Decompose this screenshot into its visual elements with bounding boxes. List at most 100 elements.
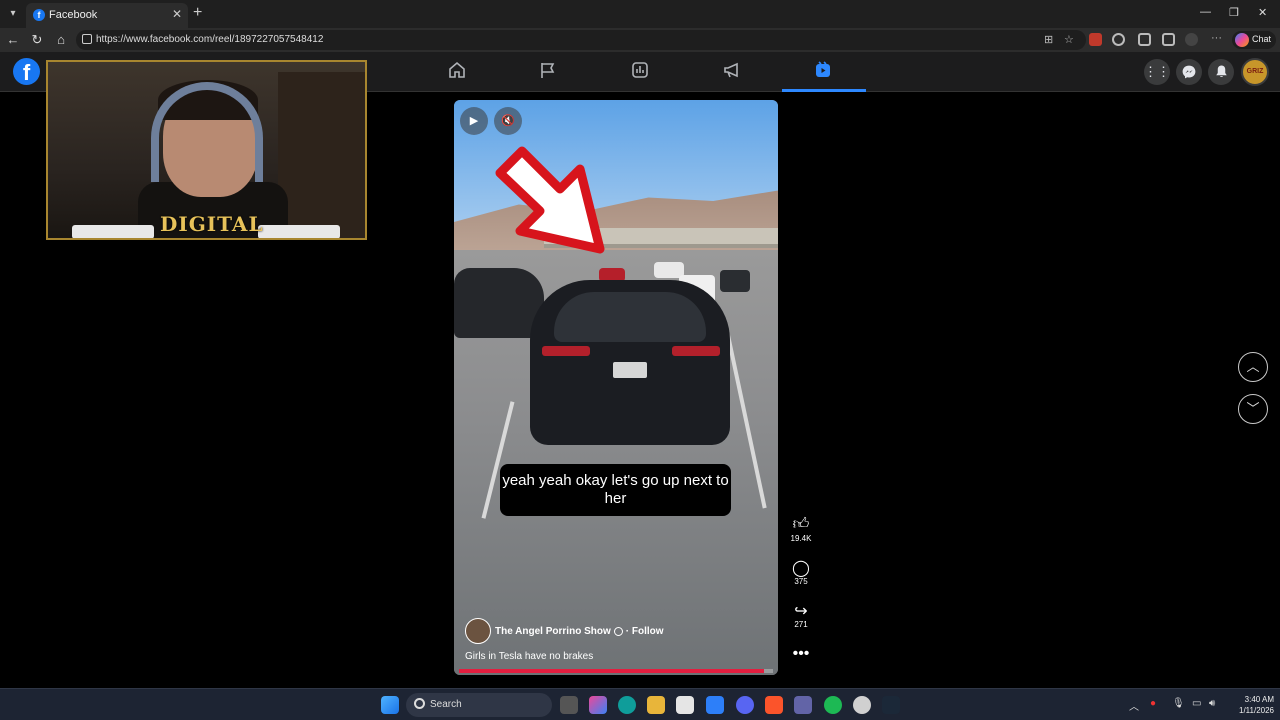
browser-tab[interactable]: f Facebook ✕ <box>26 3 188 28</box>
dashboard-icon[interactable] <box>630 60 650 80</box>
microphone-icon[interactable]: 🎙︎ <box>1172 698 1185 709</box>
bell-icon[interactable] <box>1208 59 1234 85</box>
tesla-taillight <box>542 346 590 356</box>
facebook-favicon-icon: f <box>33 9 45 21</box>
browser-tab-strip: ▾ f Facebook ✕ + — ❐ ✕ <box>0 0 1280 28</box>
grid-menu-icon[interactable]: ⋮⋮ <box>1144 59 1170 85</box>
spotify-icon[interactable] <box>824 696 842 714</box>
reels-icon[interactable] <box>813 60 833 80</box>
tab-close-icon[interactable]: ✕ <box>172 7 182 21</box>
brave-icon[interactable] <box>765 696 783 714</box>
extension-icon[interactable] <box>1089 33 1102 46</box>
share-count: 271 <box>794 620 808 629</box>
discord-icon[interactable] <box>736 696 754 714</box>
site-info-icon[interactable] <box>82 34 92 44</box>
url-text: https://www.facebook.com/reel/1897227057… <box>96 34 324 45</box>
next-reel-button[interactable]: ﹀ <box>1238 394 1268 424</box>
system-clock[interactable]: 3:40 AM 1/11/2026 <box>1226 694 1274 716</box>
new-tab-icon[interactable]: + <box>193 4 202 22</box>
mute-button[interactable]: 🔇 <box>494 107 522 135</box>
tab-search-icon[interactable]: ▾ <box>4 5 22 23</box>
copilot-icon <box>1235 33 1249 47</box>
address-bar-row: ← ↻ ⌂ https://www.facebook.com/reel/1897… <box>0 28 1280 52</box>
copilot-icon[interactable] <box>589 696 607 714</box>
tesla-rear-window <box>554 292 706 342</box>
back-icon[interactable]: ← <box>5 32 21 47</box>
share-button[interactable]: ↪ 271 <box>784 601 818 629</box>
close-window-icon[interactable]: ✕ <box>1258 6 1267 19</box>
steam-icon[interactable] <box>882 696 900 714</box>
account-avatar[interactable]: GRIZ <box>1241 58 1269 86</box>
task-view-icon[interactable] <box>560 696 578 714</box>
search-icon <box>414 698 425 709</box>
tray-overflow-icon[interactable]: ︿ <box>1129 698 1139 713</box>
like-count: 19.4K <box>790 534 812 543</box>
maximize-icon[interactable]: ❐ <box>1229 6 1239 19</box>
url-field[interactable]: https://www.facebook.com/reel/1897227057… <box>76 30 1086 50</box>
facebook-logo-icon[interactable]: f <box>13 58 40 85</box>
teams-icon[interactable] <box>794 696 812 714</box>
taskbar-search-label: Search <box>430 699 462 710</box>
follow-button[interactable]: Follow <box>632 626 664 637</box>
red-arrow-icon <box>495 146 605 254</box>
black-tesla <box>530 280 730 445</box>
taskbar-search[interactable]: Search <box>406 693 552 717</box>
home-icon[interactable] <box>447 60 467 80</box>
file-explorer-icon[interactable] <box>647 696 665 714</box>
video-progress-fill <box>459 669 764 673</box>
author-line: The Angel Porrino Show · Follow <box>495 626 664 637</box>
settings-gear-icon[interactable] <box>1138 33 1151 46</box>
tray-app-icon[interactable]: ● <box>1150 698 1156 709</box>
network-icon[interactable]: ▭ <box>1192 698 1201 709</box>
author-name[interactable]: The Angel Porrino Show <box>495 626 611 637</box>
reload-icon[interactable]: ↻ <box>29 32 45 48</box>
windows-taskbar: Search ︿ ● 🎙︎ ▭ 🔊︎ 3:40 AM 1/11/2026 <box>0 688 1280 720</box>
home-browser-icon[interactable]: ⌂ <box>53 32 69 47</box>
tesla-license-plate <box>613 362 647 378</box>
video-progress-bar[interactable] <box>459 669 773 673</box>
store-icon[interactable] <box>676 696 694 714</box>
overlay-nameplate-right <box>258 225 340 238</box>
webcam-overlay: DIGITAL <box>46 60 367 240</box>
favorite-star-icon[interactable]: ☆ <box>1064 33 1074 46</box>
messenger-icon[interactable] <box>1176 59 1202 85</box>
reel-description: Girls in Tesla have no brakes <box>465 651 594 662</box>
chevron-down-icon: ﹀ <box>1246 401 1260 416</box>
reel-video[interactable]: ▶ 🔇 yeah yeah okay let's go up next to h… <box>454 100 778 675</box>
edge-icon[interactable] <box>618 696 636 714</box>
like-button[interactable]: 👍︎ 19.4K <box>784 515 818 543</box>
chat-label: Chat <box>1252 34 1272 44</box>
megaphone-icon[interactable] <box>722 60 742 80</box>
minimize-icon[interactable]: — <box>1200 6 1211 18</box>
tesla-taillight <box>672 346 720 356</box>
clock-date: 1/11/2026 <box>1239 706 1274 715</box>
verified-icon <box>613 626 623 636</box>
tab-title: Facebook <box>49 9 98 21</box>
share-icon: ↪ <box>794 603 808 620</box>
video-caption: yeah yeah okay let's go up next to her <box>500 464 731 516</box>
comment-count: 375 <box>794 577 808 586</box>
copilot-chat-button[interactable]: Chat <box>1232 31 1276 49</box>
stream-logo: DIGITAL <box>160 212 264 236</box>
clock-time: 3:40 AM <box>1244 695 1274 704</box>
app-available-icon[interactable]: ⊞ <box>1044 33 1053 46</box>
play-button[interactable]: ▶ <box>460 107 488 135</box>
mail-icon[interactable] <box>706 696 724 714</box>
profile-icon[interactable] <box>1185 33 1198 46</box>
chatgpt-icon[interactable] <box>853 696 871 714</box>
more-options-icon[interactable]: ··· <box>1211 32 1222 44</box>
thumbs-up-icon: 👍︎ <box>792 516 810 533</box>
previous-reel-button[interactable]: ︿ <box>1238 352 1268 382</box>
distant-car <box>720 270 750 292</box>
favorites-icon[interactable] <box>1162 33 1175 46</box>
headset <box>151 82 263 182</box>
author-avatar[interactable] <box>465 618 491 644</box>
windows-start-icon[interactable] <box>381 696 399 714</box>
extensions-puzzle-icon[interactable] <box>1112 33 1125 46</box>
chevron-up-icon: ︿ <box>1246 359 1260 374</box>
comment-button[interactable]: ◯ 375 <box>784 558 818 586</box>
more-button[interactable]: ••• <box>784 645 818 663</box>
flag-icon[interactable] <box>538 60 558 80</box>
volume-icon[interactable]: 🔊︎ <box>1209 698 1215 709</box>
background-shelf <box>278 72 365 238</box>
